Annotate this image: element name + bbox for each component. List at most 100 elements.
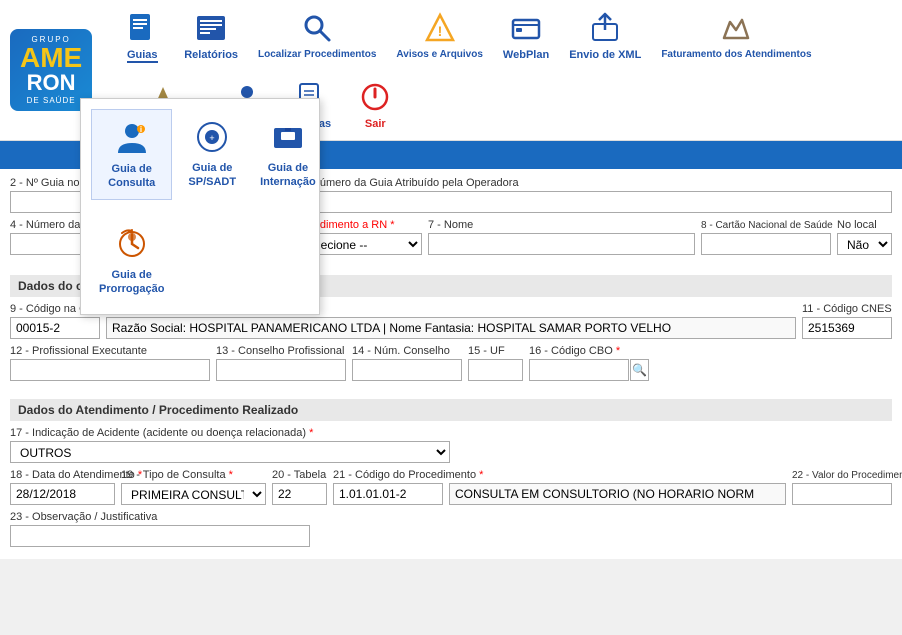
- menu-guia-sp-sadt[interactable]: + Guia de SP/SADT: [180, 109, 244, 200]
- field-17-select[interactable]: OUTROS: [10, 441, 450, 463]
- guias-icon: [124, 10, 160, 46]
- menu-guia-prorrogacao[interactable]: Guia de Prorrogação: [91, 216, 172, 305]
- field-23: 23 - Observação / Justificativa: [10, 511, 310, 547]
- sair-label: Sair: [365, 118, 386, 130]
- field-16-search-btn[interactable]: 🔍: [630, 359, 649, 381]
- field-7-label: 7 - Nome: [428, 219, 695, 231]
- field-3: 3 - Número da Guia Atribuído pela Operad…: [296, 177, 892, 213]
- form-row-18-22: 18 - Data do Atendimento * 19 - Tipo de …: [10, 469, 892, 505]
- nav-guias[interactable]: Guias: [112, 4, 172, 69]
- section-atendimento-title: Dados do Atendimento / Procedimento Real…: [10, 399, 892, 421]
- field-10-input[interactable]: [106, 317, 796, 339]
- field-19: 19 - Tipo de Consulta * PRIMEIRA CONSULT…: [121, 469, 266, 505]
- envio-xml-label: Envio de XML: [569, 49, 641, 61]
- field-15: 15 - UF: [468, 345, 523, 381]
- field-12: 12 - Profissional Executante: [10, 345, 210, 381]
- field-7-input[interactable]: [428, 233, 695, 255]
- field-17-label: 17 - Indicação de Acidente (acidente ou …: [10, 427, 450, 439]
- field-23-label: 23 - Observação / Justificativa: [10, 511, 310, 523]
- guia-consulta-label: Guia de Consulta: [100, 162, 163, 191]
- field-16: 16 - Código CBO * 🔍: [529, 345, 649, 381]
- field-8-input[interactable]: [701, 233, 831, 255]
- webplan-label: WebPlan: [503, 49, 549, 61]
- section-atendimento: Dados do Atendimento / Procedimento Real…: [0, 393, 902, 559]
- faturamento-icon: [718, 10, 754, 46]
- field-20-label: 20 - Tabela: [272, 469, 327, 481]
- guia-sp-sadt-label: Guia de SP/SADT: [188, 161, 236, 190]
- nav-relatorios[interactable]: Relatórios: [176, 4, 246, 67]
- nav-webplan[interactable]: WebPlan: [495, 4, 557, 67]
- field-21: 21 - Código do Procedimento *: [333, 469, 443, 505]
- guia-internacao-icon: [268, 117, 308, 157]
- field-21-desc: [449, 469, 786, 505]
- field-22-input[interactable]: [792, 483, 892, 505]
- field-15-input[interactable]: [468, 359, 523, 381]
- field-3-input[interactable]: [296, 191, 892, 213]
- field-13: 13 - Conselho Profissional: [216, 345, 346, 381]
- field-no-local-select[interactable]: Não: [837, 233, 892, 255]
- field-20-input[interactable]: [272, 483, 327, 505]
- webplan-icon: [508, 10, 544, 46]
- field-14-label: 14 - Núm. Conselho: [352, 345, 462, 357]
- field-18-input[interactable]: [10, 483, 115, 505]
- field-13-label: 13 - Conselho Profissional: [216, 345, 346, 357]
- form-row-12-16: 12 - Profissional Executante 13 - Consel…: [10, 345, 892, 381]
- field-15-label: 15 - UF: [468, 345, 523, 357]
- menu-guia-consulta[interactable]: i Guia de Consulta: [91, 109, 172, 200]
- guia-prorrogacao-icon: [112, 224, 152, 264]
- relatorios-icon: [193, 10, 229, 46]
- guia-consulta-icon: i: [112, 118, 152, 158]
- localizar-icon: [299, 10, 335, 46]
- field-12-input[interactable]: [10, 359, 210, 381]
- field-16-label: 16 - Código CBO *: [529, 345, 649, 357]
- field-17: 17 - Indicação de Acidente (acidente ou …: [10, 427, 450, 463]
- guia-sp-sadt-icon: +: [192, 117, 232, 157]
- field-3-label: 3 - Número da Guia Atribuído pela Operad…: [296, 177, 892, 189]
- field-19-select[interactable]: PRIMEIRA CONSULTA: [121, 483, 266, 505]
- form-row-17: 17 - Indicação de Acidente (acidente ou …: [10, 427, 892, 463]
- field-23-input[interactable]: [10, 525, 310, 547]
- guias-label: Guias: [127, 49, 158, 63]
- envio-xml-icon: [587, 10, 623, 46]
- field-11-input[interactable]: [802, 317, 892, 339]
- guia-prorrogacao-label: Guia de Prorrogação: [99, 268, 164, 297]
- faturamento-label: Faturamento dos Atendimentos: [661, 49, 811, 60]
- field-11: 11 - Código CNES: [802, 303, 892, 339]
- field-21-label: 21 - Código do Procedimento *: [333, 469, 443, 481]
- field-9-input[interactable]: [10, 317, 100, 339]
- field-11-label: 11 - Código CNES: [802, 303, 892, 315]
- field-no-local-label: No local: [837, 219, 892, 231]
- nav-sair[interactable]: Sair: [345, 73, 405, 136]
- nav-localizar[interactable]: Localizar Procedimentos: [250, 4, 384, 66]
- field-14-input[interactable]: [352, 359, 462, 381]
- guia-internacao-label: Guia de Internação: [260, 161, 316, 190]
- field-21-input[interactable]: [333, 483, 443, 505]
- field-7: 7 - Nome: [428, 219, 695, 255]
- sair-icon: [357, 79, 393, 115]
- nav-faturamento[interactable]: Faturamento dos Atendimentos: [653, 4, 819, 66]
- field-13-input[interactable]: [216, 359, 346, 381]
- guias-dropdown: i Guia de Consulta + Guia de SP/SADT Gui…: [80, 98, 320, 315]
- field-22: 22 - Valor do Procedimento: [792, 470, 892, 505]
- field-22-label: 22 - Valor do Procedimento: [792, 470, 892, 481]
- svg-text:i: i: [140, 125, 142, 134]
- relatorios-label: Relatórios: [184, 49, 238, 61]
- field-8-label: 8 - Cartão Nacional de Saúde: [701, 220, 831, 231]
- field-12-label: 12 - Profissional Executante: [10, 345, 210, 357]
- field-21-desc-input[interactable]: [449, 483, 786, 505]
- field-18: 18 - Data do Atendimento *: [10, 469, 115, 505]
- menu-guia-internacao[interactable]: Guia de Internação: [252, 109, 324, 200]
- field-16-input[interactable]: [529, 359, 629, 381]
- nav-avisos[interactable]: ! Avisos e Arquivos: [388, 4, 491, 66]
- nav-envio-xml[interactable]: Envio de XML: [561, 4, 649, 67]
- field-14: 14 - Núm. Conselho: [352, 345, 462, 381]
- field-20: 20 - Tabela: [272, 469, 327, 505]
- avisos-label: Avisos e Arquivos: [396, 49, 483, 60]
- field-21-desc-label: [449, 469, 786, 481]
- form-row-23: 23 - Observação / Justificativa: [10, 511, 892, 547]
- avisos-icon: !: [422, 10, 458, 46]
- field-no-local: No local Não: [837, 219, 892, 255]
- field-18-label: 18 - Data do Atendimento *: [10, 469, 115, 481]
- field-19-label: 19 - Tipo de Consulta *: [121, 469, 266, 481]
- logo-ron: RON: [20, 72, 82, 94]
